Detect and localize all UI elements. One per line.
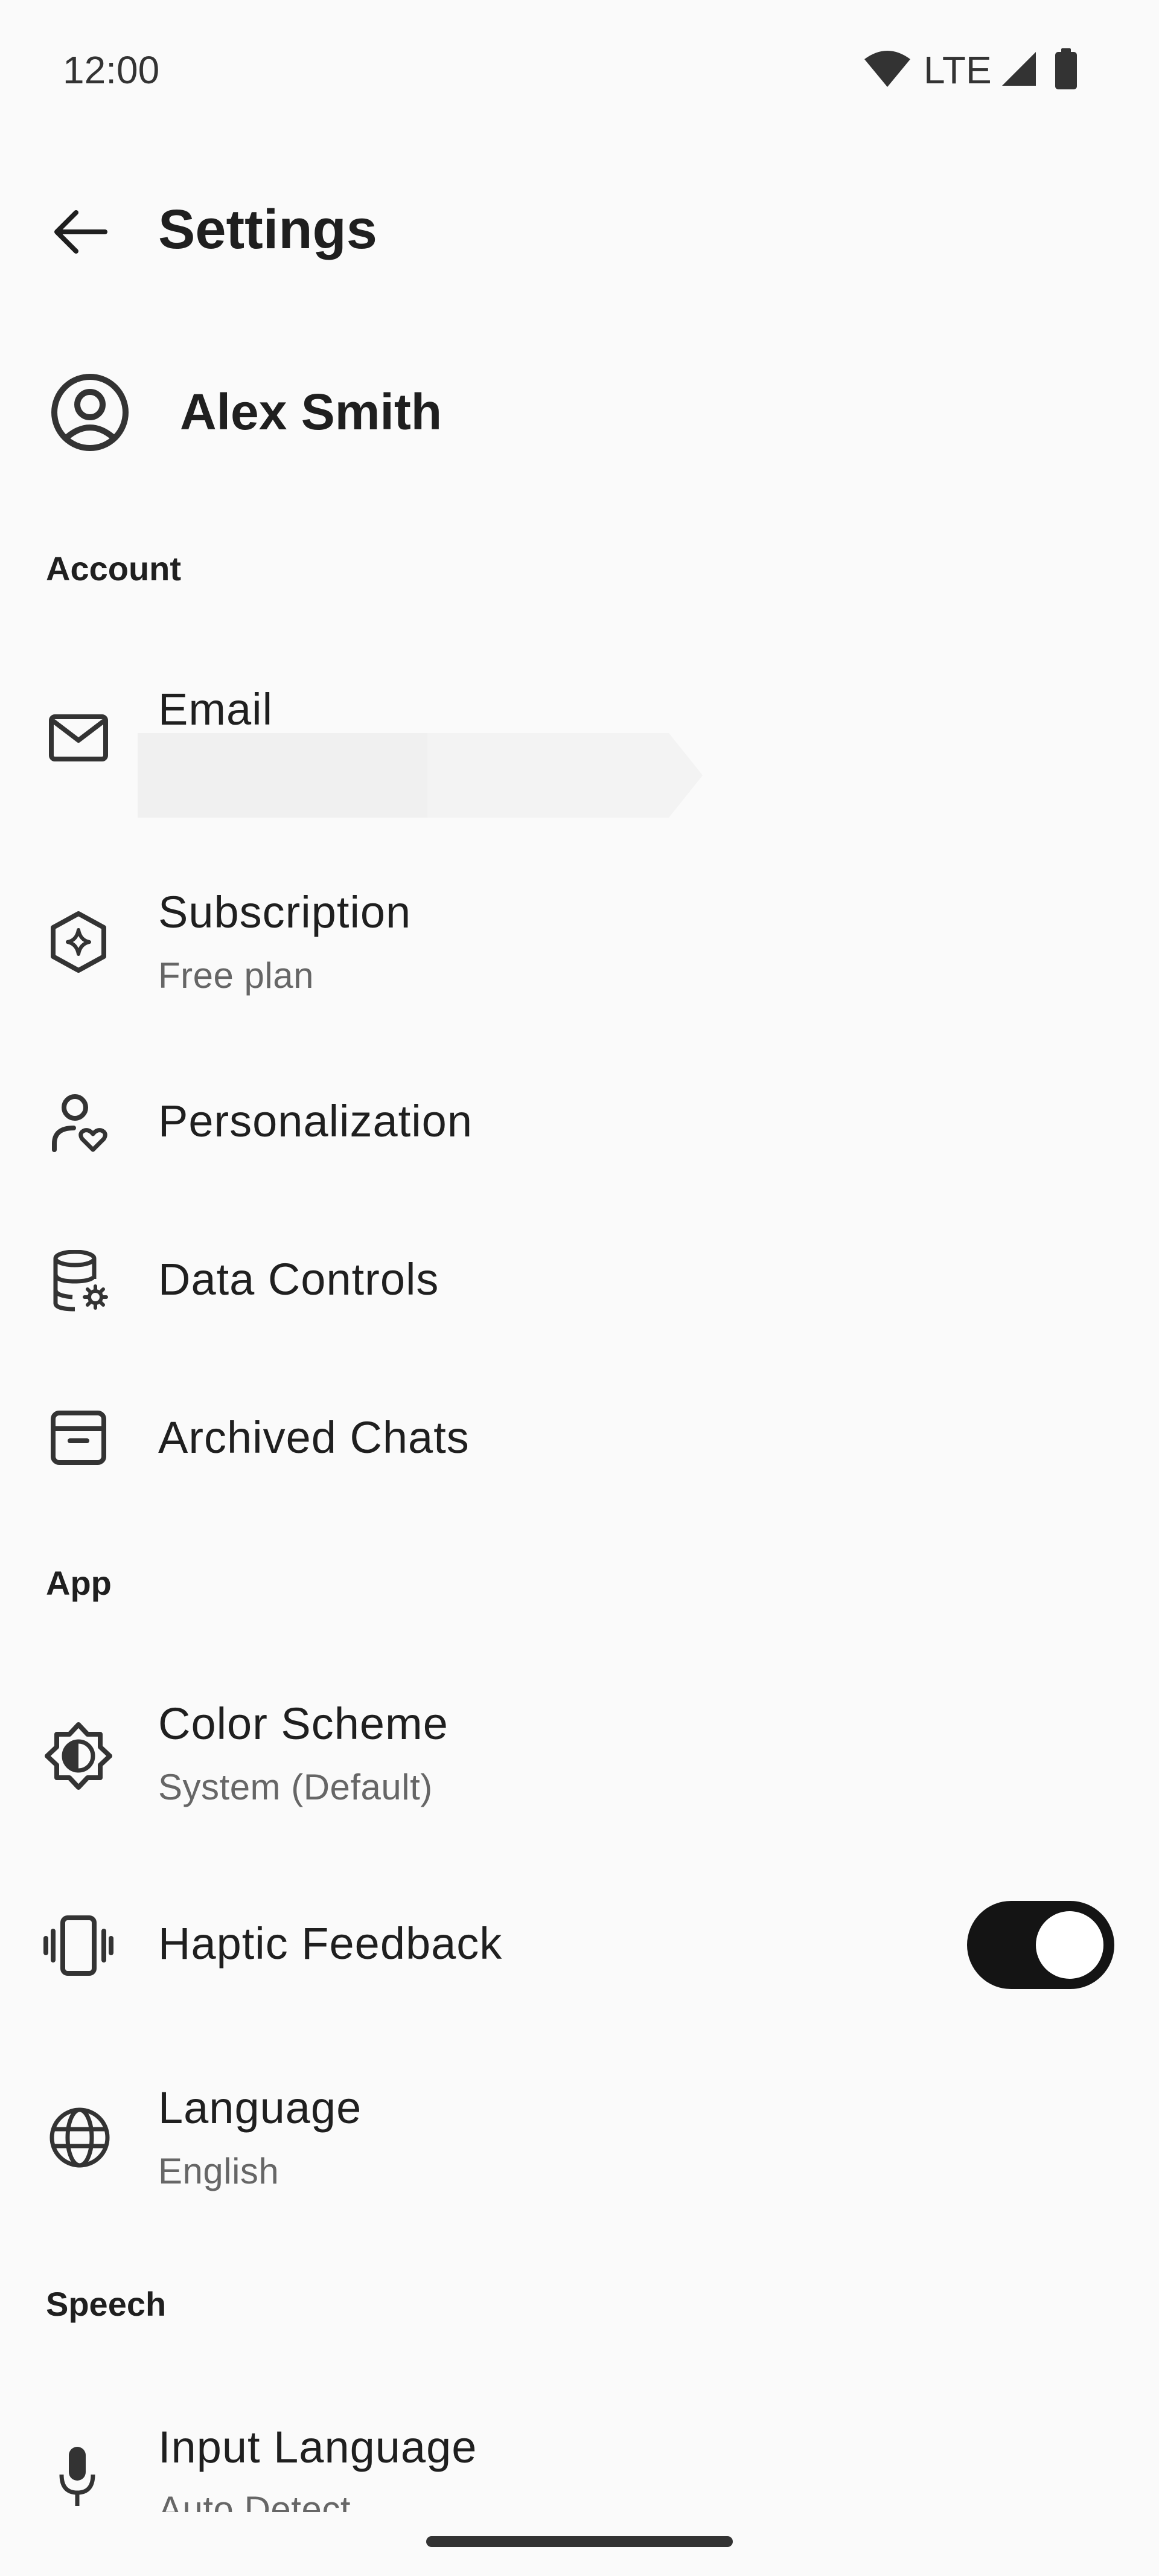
input-language-value: Auto Detect [158, 2489, 351, 2513]
mic-icon [58, 2446, 97, 2508]
settings-row-input-language[interactable]: Input Language Auto Detect [0, 0, 1159, 2512]
input-language-label: Input Language [158, 2422, 477, 2472]
home-gesture-bar[interactable] [426, 2536, 733, 2547]
